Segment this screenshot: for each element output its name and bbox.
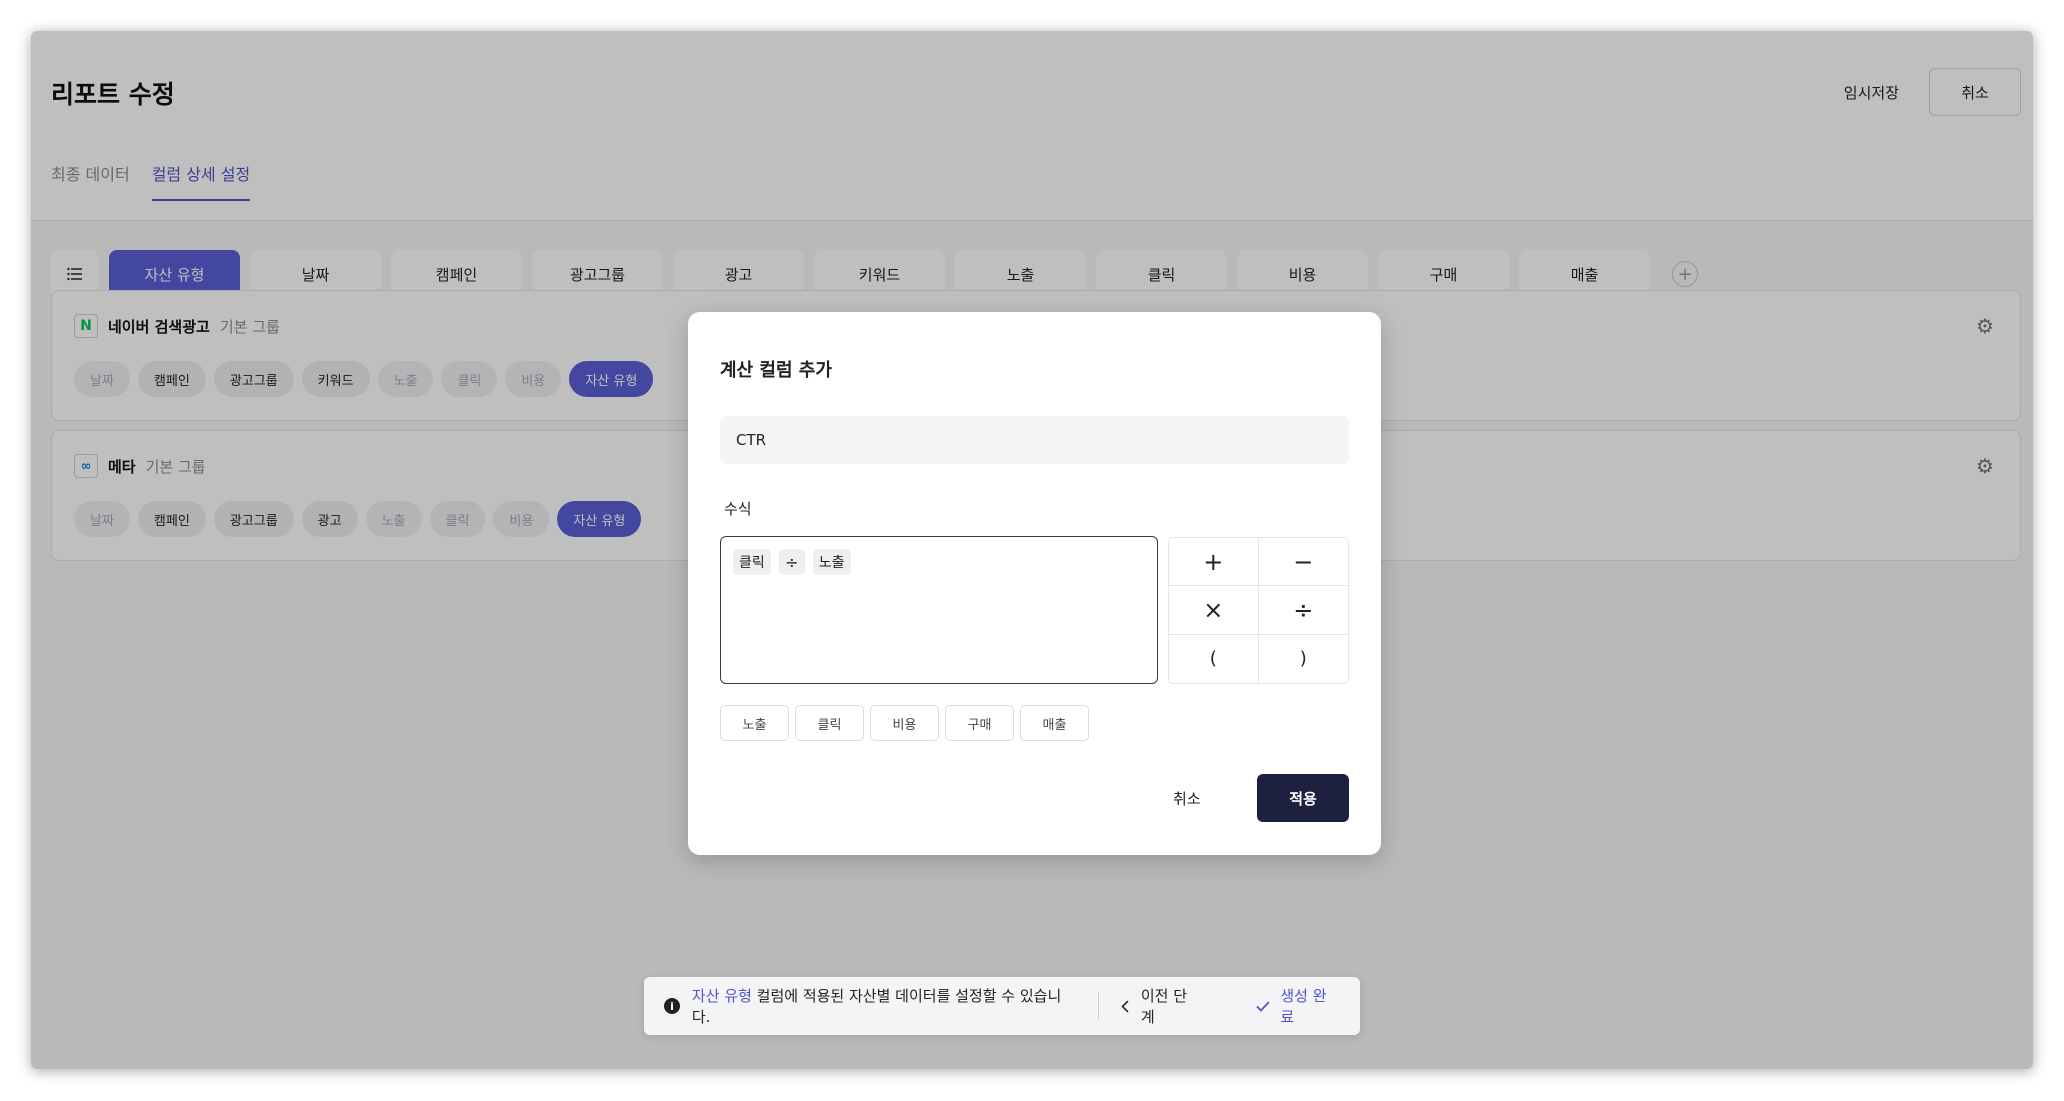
modal-cancel-button[interactable]: 취소	[1173, 774, 1201, 822]
calculated-column-modal: 계산 컬럼 추가 수식 클릭 ÷ 노출 + − × ÷ ( ) 노출 클릭 비용…	[688, 312, 1381, 855]
check-icon	[1256, 1000, 1271, 1012]
close-paren-button[interactable]: )	[1258, 634, 1348, 683]
formula-operator[interactable]: ÷	[778, 549, 805, 575]
operator-pad: + − × ÷ ( )	[1168, 537, 1349, 684]
metric-buttons: 노출 클릭 비용 구매 매출	[720, 705, 1089, 741]
formula-label: 수식	[724, 500, 752, 518]
formula-token[interactable]: 클릭	[733, 549, 771, 575]
chevron-left-icon	[1121, 999, 1129, 1013]
modal-title: 계산 컬럼 추가	[720, 360, 832, 381]
modal-apply-button[interactable]: 적용	[1257, 774, 1349, 822]
formula-editor[interactable]: 클릭 ÷ 노출	[720, 536, 1158, 684]
multiply-operator-button[interactable]: ×	[1169, 586, 1259, 635]
create-complete-label: 생성 완료	[1280, 987, 1327, 1026]
formula-token[interactable]: 노출	[812, 549, 851, 575]
previous-step-button[interactable]: 이전 단계	[1121, 985, 1201, 1027]
report-window: 리포트 수정 임시저장 취소 최종 데이터 컬럼 상세 설정 자산 유형 날짜 …	[31, 31, 2033, 1069]
previous-step-label: 이전 단계	[1140, 987, 1188, 1026]
bottom-bar-accent: 자산 유형	[691, 987, 752, 1005]
plus-operator-button[interactable]: +	[1169, 538, 1259, 587]
create-complete-button[interactable]: 생성 완료	[1256, 985, 1340, 1027]
metric-purchases-button[interactable]: 구매	[945, 705, 1014, 741]
metric-impressions-button[interactable]: 노출	[720, 705, 789, 741]
column-name-input[interactable]	[720, 416, 1349, 464]
bottom-action-bar: i 자산 유형 컬럼에 적용된 자산별 데이터를 설정할 수 있습니다. 이전 …	[644, 977, 1360, 1035]
minus-operator-button[interactable]: −	[1258, 538, 1348, 587]
divide-operator-button[interactable]: ÷	[1258, 586, 1348, 635]
info-icon: i	[664, 998, 680, 1014]
metric-cost-button[interactable]: 비용	[870, 705, 939, 741]
metric-clicks-button[interactable]: 클릭	[795, 705, 864, 741]
metric-revenue-button[interactable]: 매출	[1020, 705, 1089, 741]
open-paren-button[interactable]: (	[1169, 634, 1259, 683]
bottom-bar-message: 자산 유형 컬럼에 적용된 자산별 데이터를 설정할 수 있습니다.	[692, 985, 1078, 1027]
divider	[1097, 992, 1099, 1020]
